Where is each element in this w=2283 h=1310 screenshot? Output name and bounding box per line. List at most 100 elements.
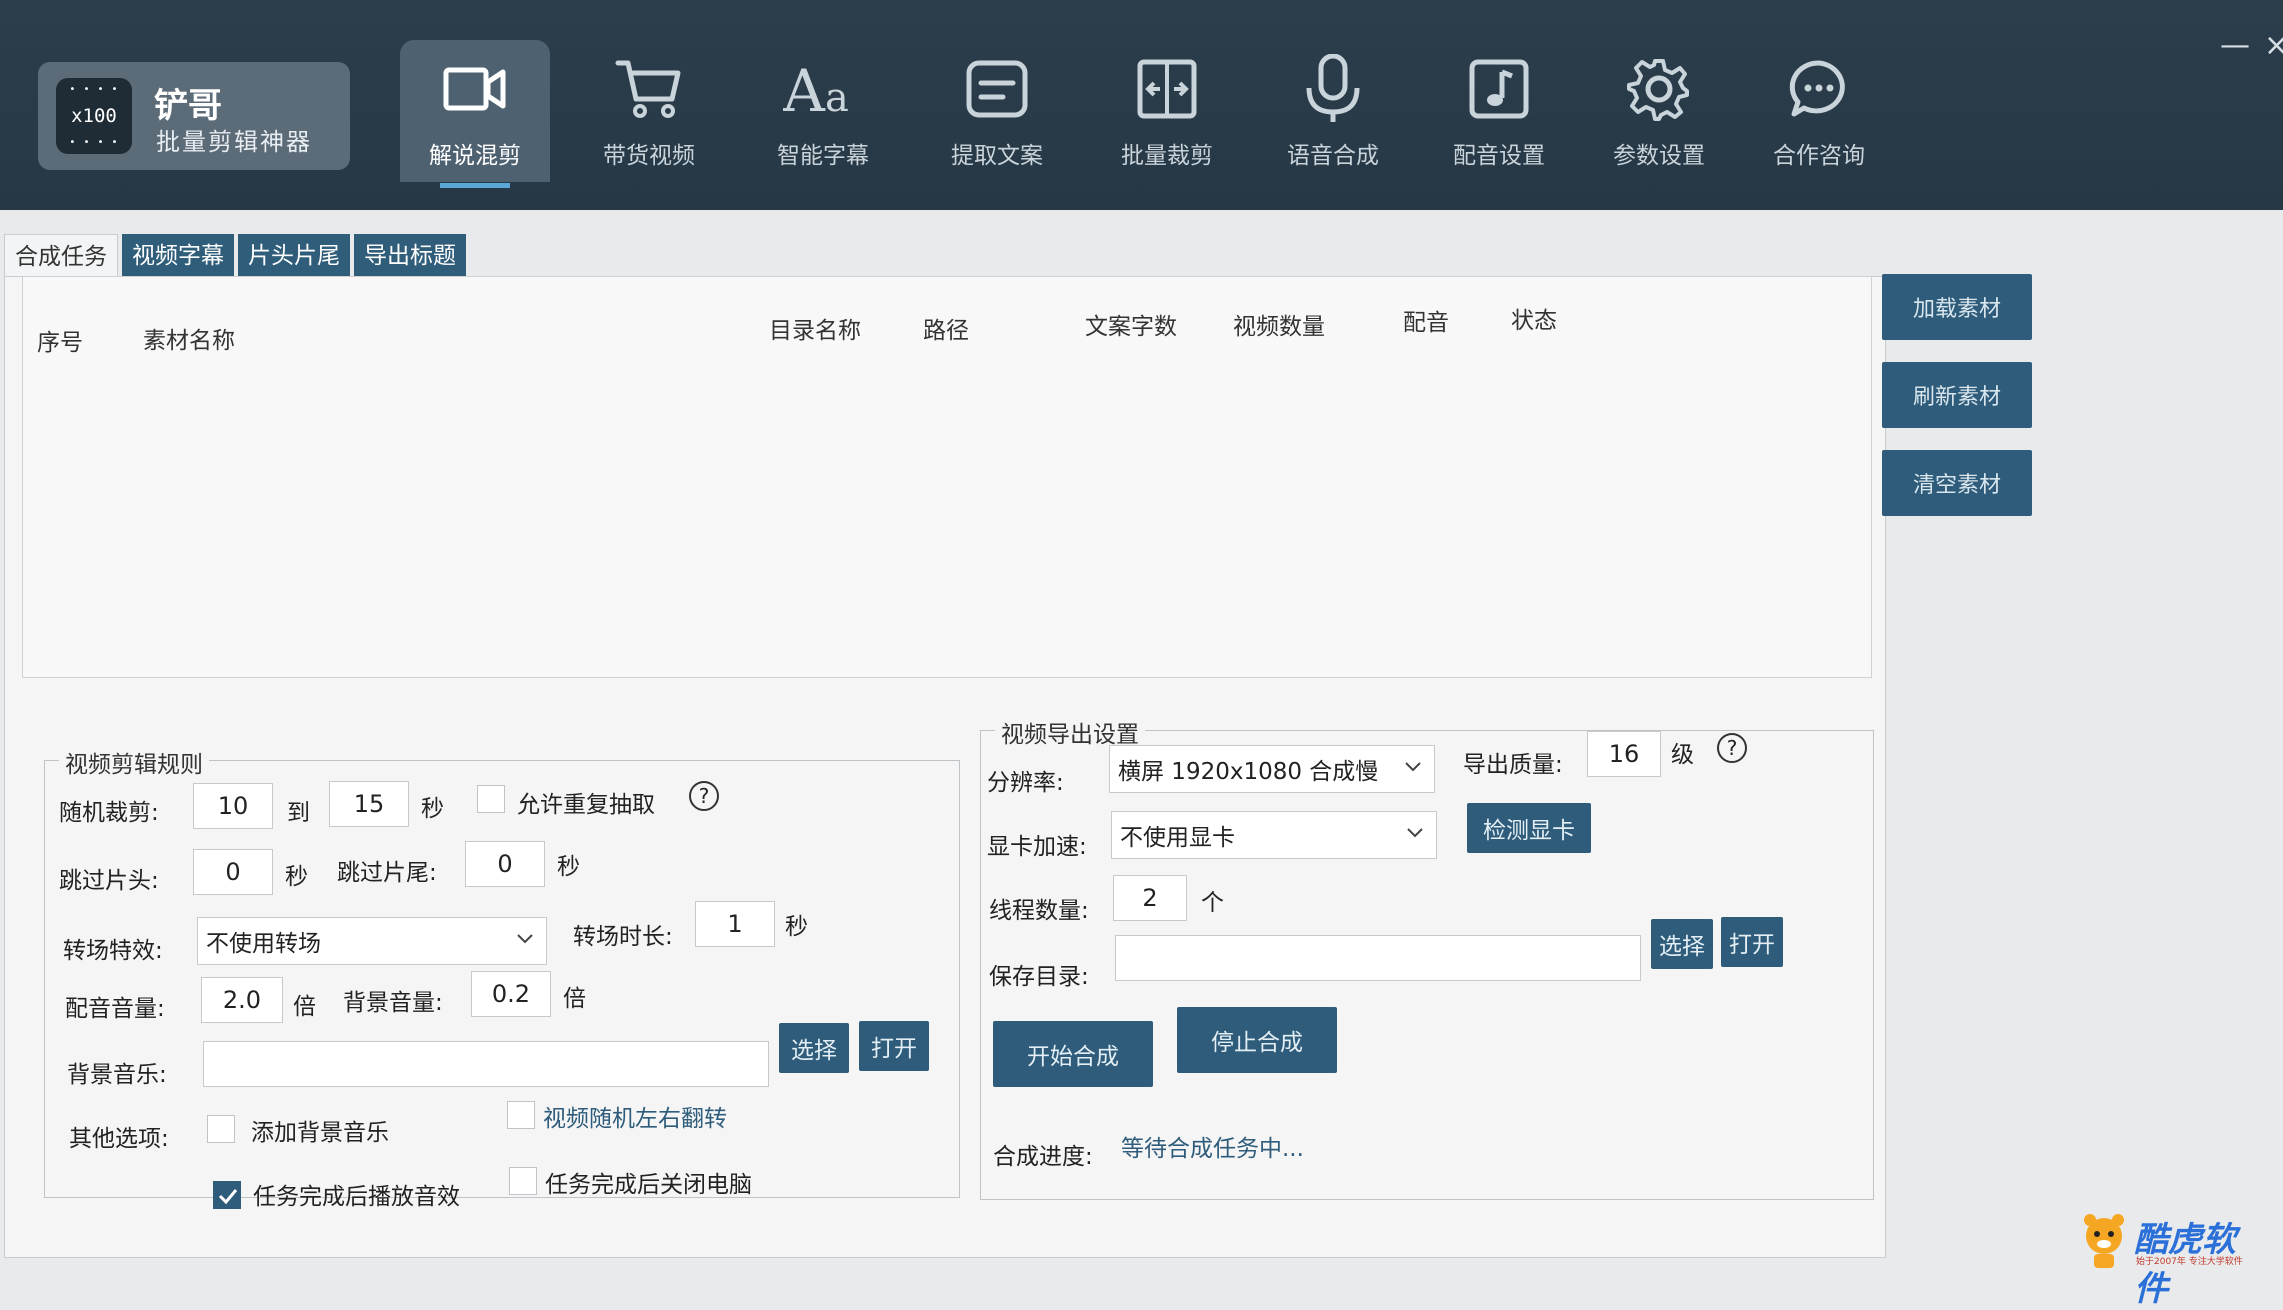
music-note-icon bbox=[1424, 54, 1574, 124]
add-bgm-checkbox[interactable] bbox=[207, 1115, 235, 1143]
bg-volume-input[interactable]: 0.2 bbox=[471, 971, 551, 1017]
times-unit: 倍 bbox=[293, 994, 316, 1020]
crop-icon bbox=[1092, 54, 1242, 124]
app-logo: x100 铲哥 批量剪辑神器 bbox=[38, 62, 350, 170]
random-cut-from-input[interactable]: 10 bbox=[193, 783, 273, 829]
bg-music-label: 背景音乐: bbox=[67, 1062, 167, 1088]
threads-input[interactable]: 2 bbox=[1113, 875, 1187, 921]
minimize-button[interactable]: — bbox=[2220, 28, 2250, 63]
start-compose-button[interactable]: 开始合成 bbox=[993, 1021, 1153, 1087]
quality-label: 导出质量: bbox=[1463, 752, 1563, 778]
random-flip-checkbox[interactable] bbox=[507, 1101, 535, 1129]
edit-rules-title: 视频剪辑规则 bbox=[59, 745, 209, 779]
bg-music-select-button[interactable]: 选择 bbox=[779, 1023, 849, 1073]
voice-volume-label: 配音音量: bbox=[65, 996, 165, 1022]
col-material-name: 素材名称 bbox=[143, 328, 235, 354]
text-extract-icon bbox=[922, 54, 1072, 124]
nav-label: 参数设置 bbox=[1613, 143, 1705, 169]
video-camera-icon bbox=[400, 54, 550, 124]
gpu-accel-select[interactable]: 不使用显卡 bbox=[1111, 811, 1437, 859]
random-cut-to-input[interactable]: 15 bbox=[329, 781, 409, 827]
nav-item-smart-subtitle[interactable]: Aa 智能字幕 bbox=[748, 40, 898, 180]
skip-tail-label: 跳过片尾: bbox=[337, 860, 437, 886]
tab-video-subtitle[interactable]: 视频字幕 bbox=[122, 234, 234, 278]
shutdown-checkbox[interactable] bbox=[509, 1167, 537, 1195]
help-icon[interactable]: ? bbox=[689, 781, 719, 811]
progress-label: 合成进度: bbox=[993, 1144, 1093, 1170]
font-aa-icon: Aa bbox=[748, 54, 898, 124]
chevron-down-icon bbox=[514, 928, 536, 956]
seconds-unit: 秒 bbox=[557, 854, 580, 880]
transition-select[interactable]: 不使用转场 bbox=[197, 917, 547, 965]
play-sound-label: 任务完成后播放音效 bbox=[253, 1184, 460, 1210]
col-status: 状态 bbox=[1511, 308, 1557, 334]
nav-label: 提取文案 bbox=[951, 143, 1043, 169]
shopping-cart-icon bbox=[574, 54, 724, 124]
add-bgm-label: 添加背景音乐 bbox=[251, 1120, 389, 1146]
resolution-select[interactable]: 横屏 1920x1080 合成慢 bbox=[1109, 745, 1435, 793]
nav-label: 解说混剪 bbox=[429, 143, 521, 169]
check-icon bbox=[218, 1189, 238, 1205]
nav-item-dubbing-settings[interactable]: 配音设置 bbox=[1424, 40, 1574, 180]
nav-label: 合作咨询 bbox=[1773, 143, 1865, 169]
tiger-mascot-icon bbox=[2084, 1214, 2124, 1268]
transition-duration-input[interactable]: 1 bbox=[695, 901, 775, 947]
seconds-unit: 秒 bbox=[421, 796, 444, 822]
nav-label: 智能字幕 bbox=[777, 143, 869, 169]
nav-label: 配音设置 bbox=[1453, 143, 1545, 169]
skip-tail-input[interactable]: 0 bbox=[465, 841, 545, 887]
transition-label: 转场特效: bbox=[63, 938, 163, 964]
clear-material-button[interactable]: 清空素材 bbox=[1882, 450, 2032, 516]
seconds-unit: 秒 bbox=[785, 914, 808, 940]
help-icon[interactable]: ? bbox=[1717, 733, 1747, 763]
nav-item-commentary-mix[interactable]: 解说混剪 bbox=[400, 40, 550, 188]
svg-text:a: a bbox=[825, 75, 849, 119]
col-text-count: 文案字数 bbox=[1085, 314, 1177, 340]
col-index: 序号 bbox=[37, 330, 83, 356]
allow-repeat-checkbox[interactable] bbox=[477, 785, 505, 813]
load-material-button[interactable]: 加载素材 bbox=[1882, 274, 2032, 340]
gear-icon bbox=[1584, 54, 1734, 124]
quality-input[interactable]: 16 bbox=[1587, 731, 1661, 777]
tab-compose-task[interactable]: 合成任务 bbox=[4, 234, 118, 279]
gpu-accel-label: 显卡加速: bbox=[987, 834, 1087, 860]
brand-watermark: 酷虎软件 始于2007年 专注大学软件 bbox=[2078, 1212, 2268, 1309]
resolution-value: 横屏 1920x1080 合成慢 bbox=[1118, 759, 1379, 785]
play-sound-checkbox[interactable] bbox=[213, 1181, 241, 1209]
refresh-material-button[interactable]: 刷新素材 bbox=[1882, 362, 2032, 428]
bg-music-input[interactable] bbox=[203, 1041, 769, 1087]
tab-export-title[interactable]: 导出标题 bbox=[354, 234, 466, 278]
logo-subtitle: 批量剪辑神器 bbox=[156, 128, 312, 156]
save-dir-open-button[interactable]: 打开 bbox=[1721, 917, 1783, 967]
bg-music-open-button[interactable]: 打开 bbox=[859, 1021, 929, 1071]
voice-volume-input[interactable]: 2.0 bbox=[201, 977, 283, 1023]
nav-item-cooperation[interactable]: 合作咨询 bbox=[1744, 40, 1894, 180]
nav-item-voice-synthesis[interactable]: 语音合成 bbox=[1258, 40, 1408, 180]
close-button[interactable]: × bbox=[2264, 28, 2283, 63]
detect-gpu-button[interactable]: 检测显卡 bbox=[1467, 803, 1591, 853]
nav-item-parameter-settings[interactable]: 参数设置 bbox=[1584, 40, 1734, 180]
export-settings-group: 视频导出设置 分辨率: 横屏 1920x1080 合成慢 导出质量: 16 级 … bbox=[980, 715, 1874, 1200]
microphone-icon bbox=[1258, 54, 1408, 124]
nav-item-extract-text[interactable]: 提取文案 bbox=[922, 40, 1072, 180]
save-dir-input[interactable] bbox=[1115, 935, 1641, 981]
threads-unit: 个 bbox=[1201, 890, 1224, 916]
tab-intro-outro[interactable]: 片头片尾 bbox=[238, 234, 350, 278]
random-cut-label: 随机裁剪: bbox=[59, 800, 159, 826]
watermark-tagline: 始于2007年 专注大学软件 bbox=[2136, 1257, 2243, 1267]
logo-name: 铲哥 bbox=[154, 86, 222, 126]
seconds-unit: 秒 bbox=[285, 864, 308, 890]
skip-head-input[interactable]: 0 bbox=[193, 849, 273, 895]
chevron-down-icon bbox=[1404, 822, 1426, 850]
times-unit: 倍 bbox=[563, 986, 586, 1012]
material-table[interactable]: 序号 素材名称 目录名称 路径 文案字数 视频数量 配音 状态 bbox=[22, 276, 1872, 678]
logo-badge: x100 bbox=[56, 78, 132, 154]
tab-bar: 合成任务 视频字幕 片头片尾 导出标题 bbox=[4, 234, 470, 279]
nav-label: 语音合成 bbox=[1287, 143, 1379, 169]
stop-compose-button[interactable]: 停止合成 bbox=[1177, 1007, 1337, 1073]
bg-volume-label: 背景音量: bbox=[343, 990, 443, 1016]
nav-label: 带货视频 bbox=[603, 143, 695, 169]
nav-item-batch-crop[interactable]: 批量裁剪 bbox=[1092, 40, 1242, 180]
save-dir-select-button[interactable]: 选择 bbox=[1651, 919, 1713, 969]
nav-item-product-video[interactable]: 带货视频 bbox=[574, 40, 724, 180]
